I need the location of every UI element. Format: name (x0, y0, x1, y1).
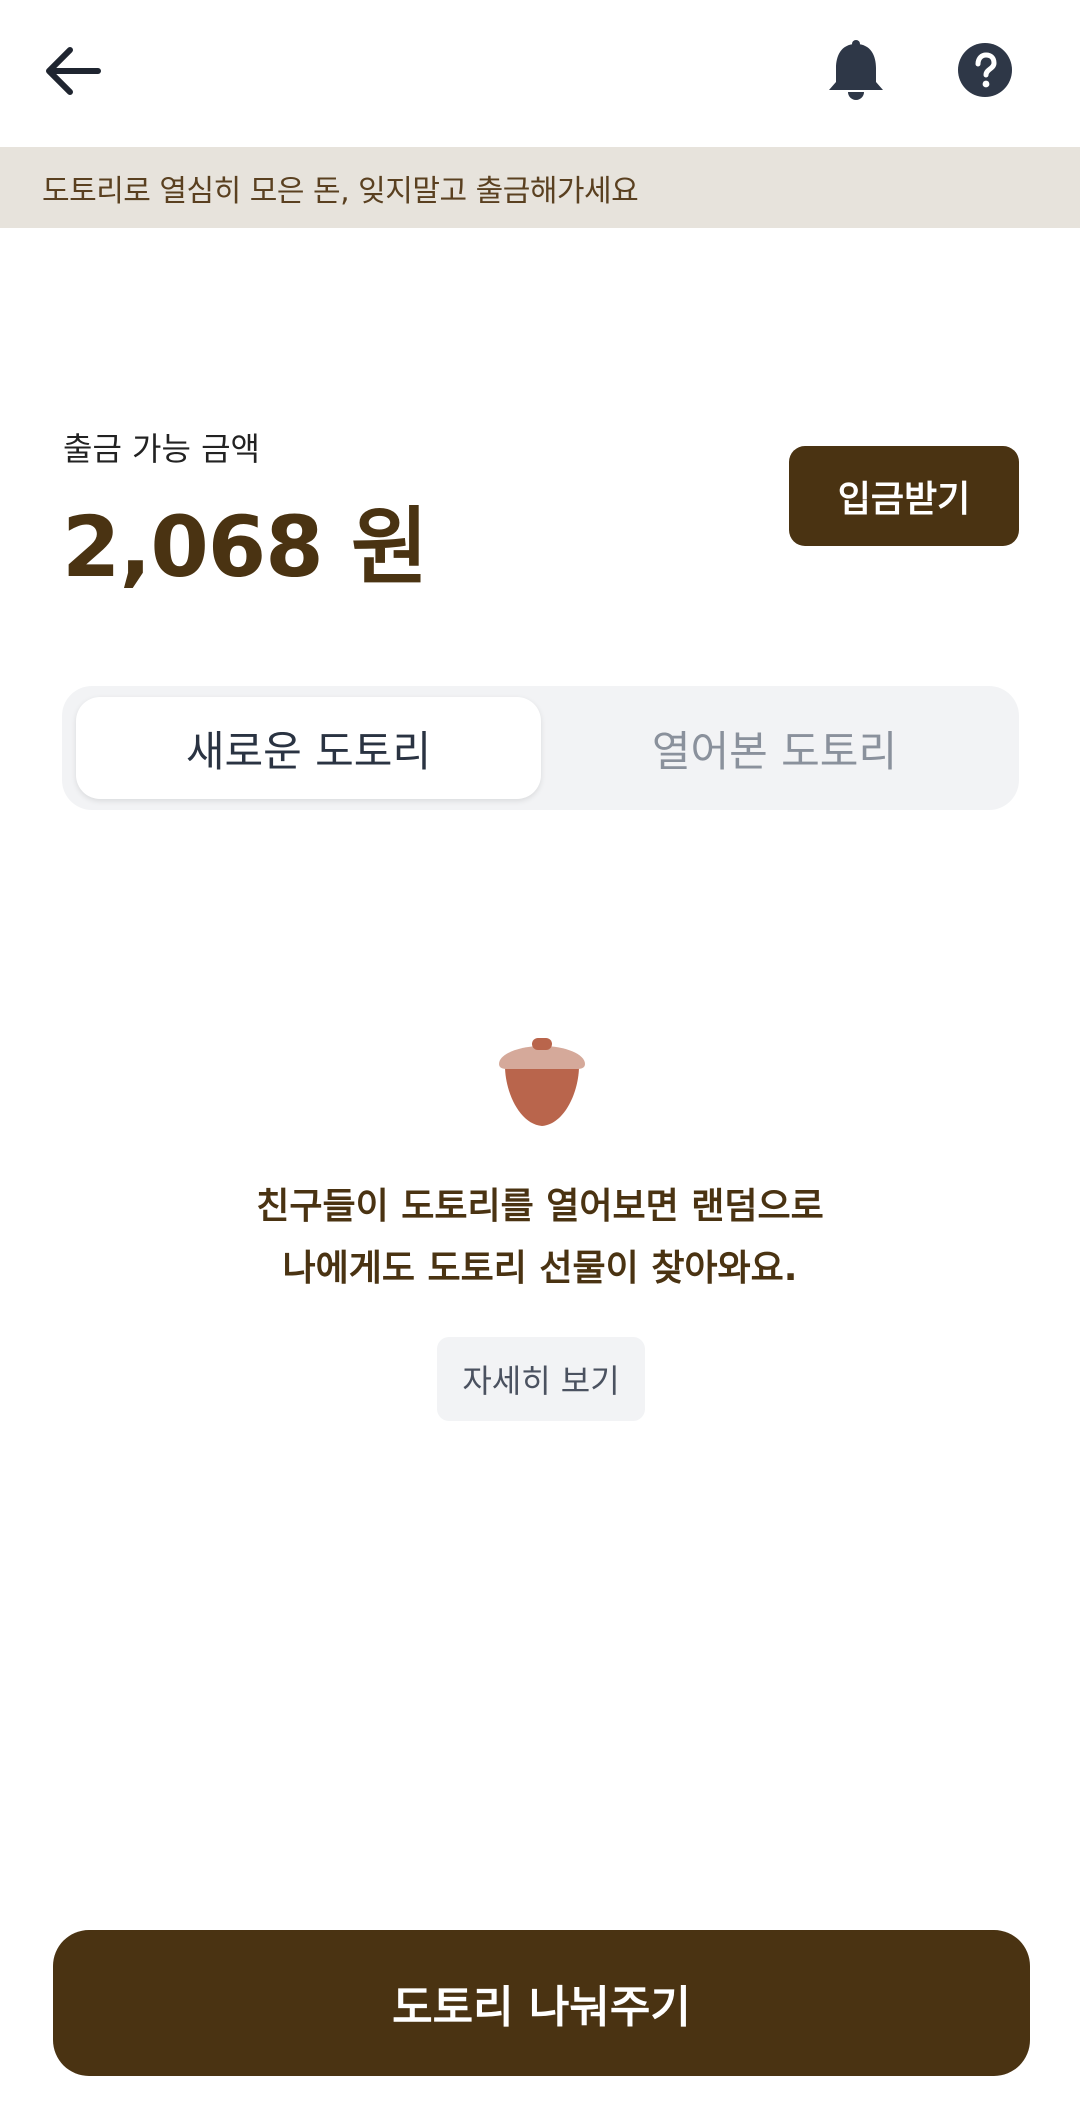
arrow-left-icon (46, 47, 101, 95)
balance-label: 출금 가능 금액 (63, 430, 260, 468)
empty-state-line-2: 나에게도 도토리 선물이 찾아와요. (282, 1248, 798, 1289)
empty-state-message: 친구들이 도토리를 열어보면 랜덤으로 나에게도 도토리 선물이 찾아와요. (0, 1176, 1080, 1300)
share-acorns-button[interactable]: 도토리 나눠주기 (53, 1930, 1030, 2076)
balance-amount: 2,068 원 (62, 498, 428, 596)
acorn-icon (499, 1038, 585, 1126)
back-button[interactable] (42, 42, 106, 100)
notification-button[interactable] (826, 38, 886, 102)
view-details-button[interactable]: 자세히 보기 (437, 1337, 645, 1421)
bell-icon (829, 40, 883, 100)
question-circle-icon (958, 43, 1012, 97)
empty-state-line-1: 친구들이 도토리를 열어보면 랜덤으로 (256, 1186, 824, 1227)
notice-banner: 도토리로 열심히 모은 돈, 잊지말고 출금해가세요 (0, 147, 1080, 228)
deposit-button[interactable]: 입금받기 (789, 446, 1019, 546)
tab-opened-acorns[interactable]: 열어본 도토리 (542, 697, 1007, 799)
tab-new-acorns[interactable]: 새로운 도토리 (76, 697, 541, 799)
top-bar (0, 0, 1080, 147)
notice-text: 도토리로 열심히 모은 돈, 잊지말고 출금해가세요 (42, 173, 639, 209)
help-button[interactable] (957, 42, 1013, 98)
tab-bar: 새로운 도토리 열어본 도토리 (62, 686, 1019, 810)
page: 도토리로 열심히 모은 돈, 잊지말고 출금해가세요 출금 가능 금액 2,06… (0, 0, 1080, 2123)
